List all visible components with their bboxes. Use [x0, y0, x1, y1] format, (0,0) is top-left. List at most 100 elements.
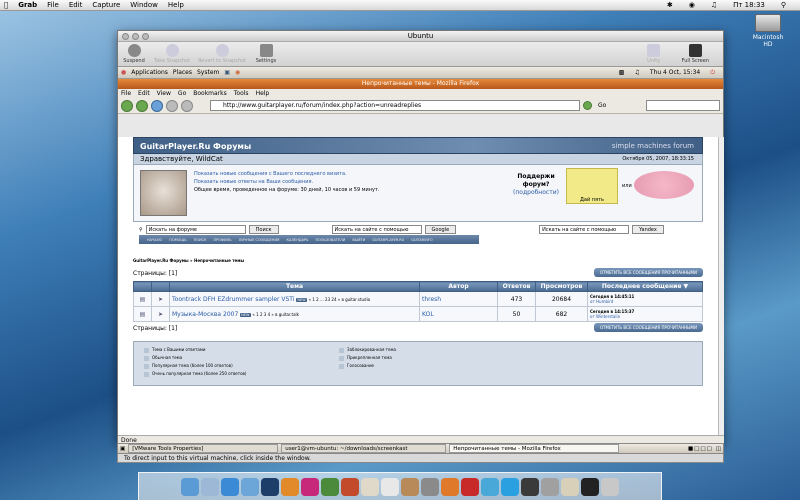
system-menu[interactable]: System	[197, 69, 219, 76]
bluetooth-icon[interactable]: ✱	[667, 1, 673, 9]
col-last-post[interactable]: Последнее сообщение ▼	[587, 281, 703, 292]
task-terminal[interactable]: user1@vm-ubuntu: ~/downloads/screenkast	[281, 444, 447, 453]
ff-menu-go[interactable]: Go	[178, 90, 186, 97]
stop-icon[interactable]	[166, 99, 178, 112]
donate-button[interactable]: Дай пять	[566, 168, 618, 204]
tab-search[interactable]: ПОИСК	[194, 238, 207, 242]
volume-icon[interactable]: ♫	[634, 69, 639, 76]
places-menu[interactable]: Places	[173, 69, 192, 76]
take-snapshot-button[interactable]: Take Snapshot	[154, 44, 190, 64]
settings-button[interactable]: Settings	[254, 44, 278, 64]
trash-icon[interactable]: ◫	[716, 446, 721, 452]
vmware-icon[interactable]	[421, 477, 439, 496]
reload-icon[interactable]	[151, 99, 163, 112]
google-search-input[interactable]: Искать на сайте с помощью	[331, 225, 422, 234]
minimize-icon[interactable]	[132, 33, 139, 40]
suspend-button[interactable]: Suspend	[122, 44, 146, 64]
app-menu[interactable]: Grab	[18, 1, 37, 9]
revert-snapshot-button[interactable]: Revert to Snapshot	[198, 44, 246, 64]
author-link[interactable]: thresh	[419, 291, 498, 307]
ff-menu-help[interactable]: Help	[256, 90, 270, 97]
ff-menu-view[interactable]: View	[157, 90, 171, 97]
menu-help[interactable]: Help	[168, 1, 184, 9]
skype-icon[interactable]	[501, 477, 519, 496]
tab-guitarinfo[interactable]: GUITARINFO	[411, 238, 432, 242]
col-topic[interactable]: Тема	[169, 281, 420, 292]
last-post-author[interactable]: от Winterstalin	[590, 314, 620, 319]
fireworks-icon[interactable]	[341, 477, 359, 496]
ff-menu-file[interactable]: File	[121, 90, 131, 97]
go-icon[interactable]	[583, 101, 592, 110]
illustrator-icon[interactable]	[281, 477, 299, 496]
menu-capture[interactable]: Capture	[92, 1, 120, 9]
firefox-launcher-icon[interactable]: ◉	[235, 69, 240, 76]
tab-help[interactable]: ПОМОЩЬ	[169, 238, 186, 242]
col-views[interactable]: Просмотров	[535, 281, 588, 292]
pages-label[interactable]: Страницы: [1]	[133, 270, 177, 277]
menu-window[interactable]: Window	[130, 1, 158, 9]
finder-icon[interactable]	[181, 477, 199, 496]
menubar-clock[interactable]: Пт 18:33	[733, 1, 765, 9]
indesign-icon[interactable]	[301, 477, 319, 496]
google-search-button[interactable]: Google	[424, 225, 457, 234]
itunes-icon[interactable]	[241, 477, 259, 496]
addressbook-icon[interactable]	[401, 477, 419, 496]
table-row[interactable]: ▤ ➤ Музыка-Москва 2007 NEW « 1 2 3 4 » в…	[133, 306, 703, 322]
workspace-switcher[interactable]: ■□□□	[688, 446, 713, 452]
url-bar[interactable]: http://www.guitarplayer.ru/forum/index.p…	[210, 100, 580, 111]
piggy-bank-icon[interactable]	[634, 171, 694, 199]
opera-icon[interactable]	[461, 477, 479, 496]
firefox-icon[interactable]	[441, 477, 459, 496]
support-more-link[interactable]: (подробности)	[511, 189, 561, 197]
tab-home[interactable]: НАЧАЛО	[147, 238, 162, 242]
vertical-scrollbar[interactable]	[718, 137, 724, 435]
network-icon[interactable]: ▩	[619, 69, 625, 76]
apple-icon[interactable]: 	[4, 1, 8, 9]
logout-icon[interactable]: ⏻	[710, 69, 715, 77]
forward-icon[interactable]	[136, 99, 148, 112]
unity-button[interactable]: Unity	[642, 44, 666, 64]
last-post-author[interactable]: от Humbird	[590, 299, 613, 304]
task-vmware-tools[interactable]: [VMware Tools Properties]	[128, 444, 279, 453]
volume-icon[interactable]: ♫	[711, 1, 717, 9]
preview-icon[interactable]	[561, 477, 579, 496]
panel-datetime[interactable]: Thu 4 Oct, 15:34	[650, 69, 700, 76]
pages-label-bottom[interactable]: Страницы: [1]	[133, 325, 177, 332]
search-bar[interactable]	[646, 100, 720, 111]
ff-menu-edit[interactable]: Edit	[138, 90, 150, 97]
breadcrumb[interactable]: GuitarPlayer.Ru Форумы » Непрочитанные т…	[133, 258, 703, 263]
forum-search-input[interactable]: Искать на форуме	[145, 225, 246, 234]
topic-pages[interactable]: « 1 2 ... 23 24 » в guitar.studio	[309, 297, 371, 302]
textedit-icon[interactable]	[361, 477, 379, 496]
task-firefox[interactable]: Непрочитанные темы - Mozilla Firefox	[449, 444, 620, 453]
zoom-icon[interactable]	[142, 33, 149, 40]
applications-menu[interactable]: Applications	[131, 69, 168, 76]
new-posts-link[interactable]: Показать новые сообщения с Вашего послед…	[194, 170, 380, 178]
tab-profile[interactable]: ПРОФИЛЬ	[214, 238, 232, 242]
mail-icon[interactable]	[201, 477, 219, 496]
spotlight-icon[interactable]: ⚲	[781, 1, 786, 9]
col-replies[interactable]: Ответов	[497, 281, 536, 292]
topic-link[interactable]: Музыка-Москва 2007	[172, 311, 238, 318]
menu-file[interactable]: File	[47, 1, 59, 9]
launcher-icon[interactable]: ▣	[224, 69, 230, 76]
show-desktop-icon[interactable]: ▣	[120, 446, 125, 452]
tab-messages[interactable]: ЛИЧНЫЕ СООБЩЕНИЯ	[239, 238, 280, 242]
topic-pages[interactable]: « 1 2 3 4 » в guitar.talk	[252, 312, 299, 317]
tab-logout[interactable]: ВЫЙТИ	[352, 238, 365, 242]
new-replies-link[interactable]: Показать новые ответы на Ваши сообщения.	[194, 178, 380, 186]
ical-icon[interactable]	[381, 477, 399, 496]
activity-icon[interactable]	[521, 477, 539, 496]
mark-read-button-bottom[interactable]: ОТМЕТИТЬ ВСЕ СООБЩЕНИЯ ПРОЧИТАННЫМИ	[593, 323, 703, 332]
photoshop-icon[interactable]	[261, 477, 279, 496]
back-icon[interactable]	[121, 99, 133, 112]
forum-search-button[interactable]: Поиск	[248, 225, 279, 234]
col-author[interactable]: Автор	[419, 281, 498, 292]
terminal-icon[interactable]	[581, 477, 599, 496]
go-button[interactable]: Go	[598, 102, 606, 109]
new-badge[interactable]: NEW	[240, 312, 251, 317]
grab-icon[interactable]	[541, 477, 559, 496]
new-badge[interactable]: NEW	[296, 297, 307, 302]
yandex-search-input[interactable]: Искать на сайте с помощью	[539, 225, 630, 234]
trash-icon[interactable]	[601, 477, 619, 496]
